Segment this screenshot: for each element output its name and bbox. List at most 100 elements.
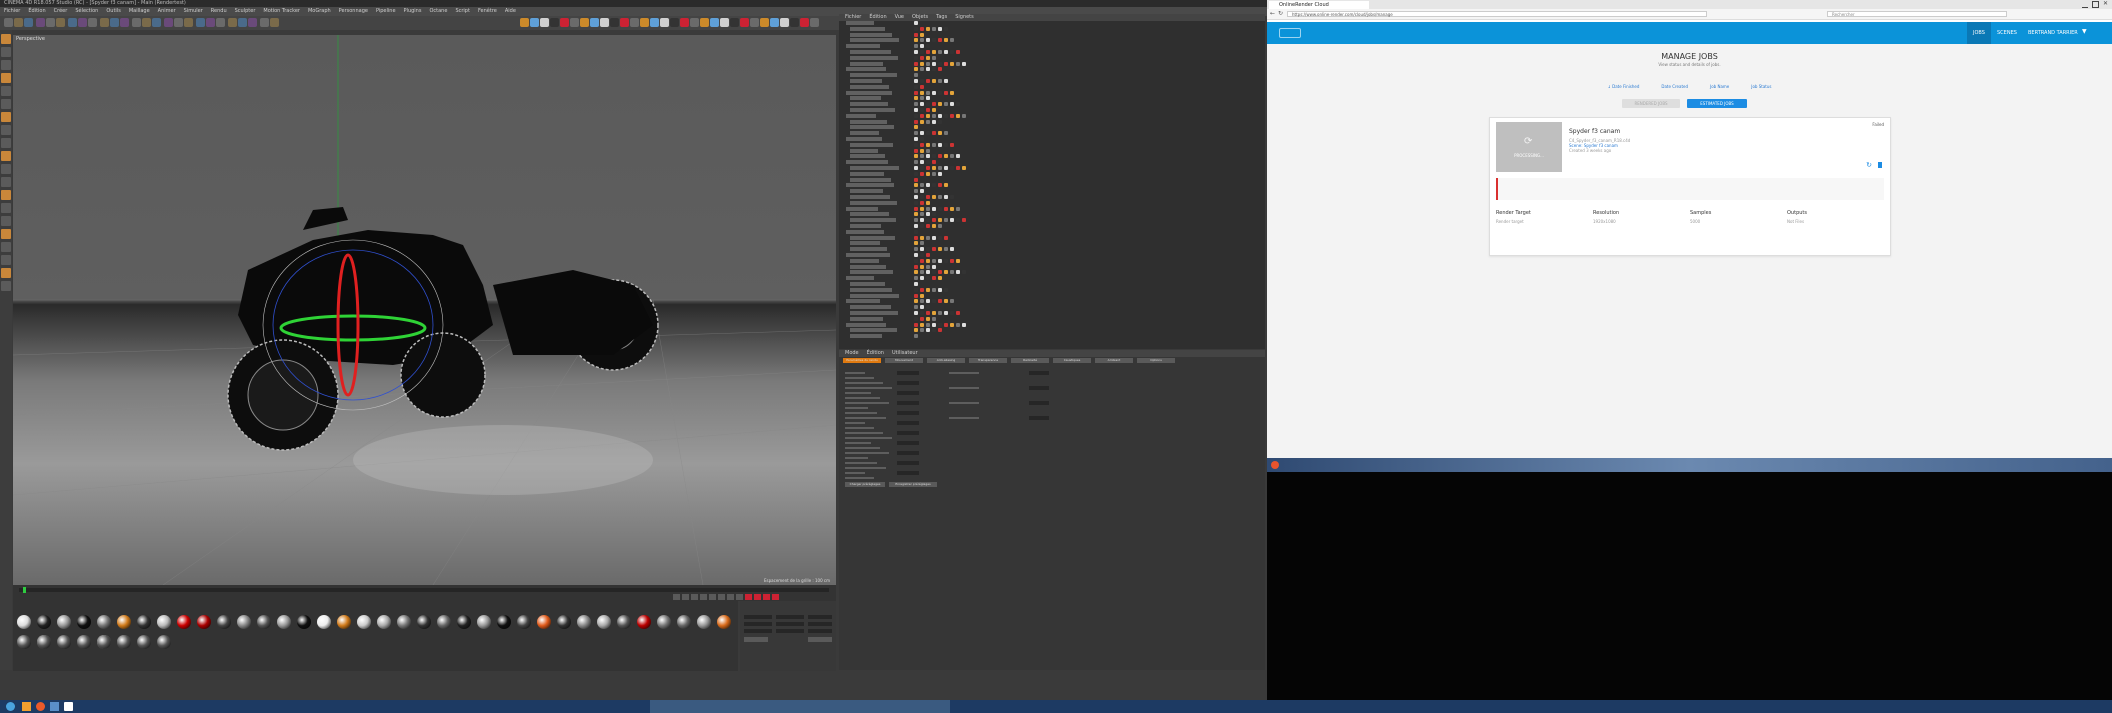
object-row[interactable] (842, 195, 1262, 200)
address-input[interactable]: https://www.online-render.com/cloud/jobs… (1287, 11, 1707, 17)
toolbar-tool-icon[interactable] (132, 18, 141, 27)
object-row[interactable] (842, 235, 1262, 241)
object-row[interactable] (842, 218, 1262, 223)
material-tag-icon[interactable] (950, 299, 954, 304)
material-swatch-icon[interactable] (317, 615, 331, 629)
material-tag-icon[interactable] (920, 160, 924, 165)
material-tag-icon[interactable] (938, 322, 942, 327)
material-swatch-icon[interactable] (597, 615, 611, 629)
material-tag-icon[interactable] (926, 119, 930, 124)
reload-icon[interactable]: ↻ (1278, 10, 1283, 17)
material-tag-icon[interactable] (956, 154, 960, 159)
attribute-menu-2[interactable]: Utilisateur (892, 350, 918, 357)
material-tag-icon[interactable] (950, 102, 954, 107)
left-tool-icon[interactable] (1, 151, 11, 161)
left-tool-icon[interactable] (1, 34, 11, 44)
attribute-menu-0[interactable]: Mode (845, 350, 859, 357)
material-tag-icon[interactable] (914, 137, 918, 141)
attribute-input[interactable] (897, 411, 919, 415)
nav-scenes[interactable]: SCENES (1991, 22, 2023, 44)
material-tag-icon[interactable] (914, 299, 918, 304)
attribute-tab-7[interactable]: Options (1137, 358, 1175, 363)
material-tag-icon[interactable] (932, 264, 936, 269)
object-row[interactable] (842, 113, 1262, 119)
attribute-tab-1[interactable]: Mouvement (885, 358, 923, 363)
material-tag-icon[interactable] (920, 322, 924, 327)
material-tag-icon[interactable] (914, 282, 918, 286)
toolbar-object-icon[interactable] (630, 18, 639, 27)
material-tag-icon[interactable] (926, 50, 930, 54)
material-tag-icon[interactable] (920, 50, 924, 54)
material-tag-icon[interactable] (950, 61, 954, 66)
material-tag-icon[interactable] (944, 26, 948, 31)
material-tag-icon[interactable] (932, 224, 936, 228)
playback-button-icon[interactable] (718, 594, 725, 600)
material-tag-icon[interactable] (926, 148, 930, 153)
material-tag-icon[interactable] (932, 258, 936, 263)
material-tag-icon[interactable] (932, 206, 936, 211)
filter-date-created[interactable]: Date Created (1661, 84, 1688, 89)
material-tag-icon[interactable] (950, 270, 954, 275)
material-tag-icon[interactable] (938, 79, 942, 83)
toolbar-object-icon[interactable] (700, 18, 709, 27)
material-tag-icon[interactable] (914, 311, 918, 315)
toolbar-object-icon[interactable] (640, 18, 649, 27)
material-tag-icon[interactable] (962, 61, 966, 66)
job-thumbnail[interactable]: ⟳ PROCESSING... (1496, 122, 1562, 172)
object-row[interactable] (842, 258, 1262, 264)
object-row[interactable] (842, 119, 1262, 125)
material-tag-icon[interactable] (920, 90, 924, 95)
material-tag-icon[interactable] (920, 44, 924, 49)
material-tag-icon[interactable] (938, 276, 942, 281)
material-tag-icon[interactable] (914, 200, 918, 205)
left-tool-icon[interactable] (1, 216, 11, 226)
material-swatch-icon[interactable] (237, 615, 251, 629)
material-tag-icon[interactable] (926, 287, 930, 292)
object-menu-3[interactable]: Objets (912, 14, 928, 21)
toolbar-tool-icon[interactable] (206, 18, 215, 27)
toolbar-object-icon[interactable] (790, 18, 799, 27)
attribute-tabs[interactable]: Paramètres du rendu Mouvement Anti-aliasin… (839, 358, 1265, 364)
material-tag-icon[interactable] (914, 212, 918, 217)
toolbar-tool-icon[interactable] (46, 18, 55, 27)
filter-job-name[interactable]: Job Name (1710, 84, 1729, 89)
firefox-taskbar-icon[interactable] (1271, 461, 1279, 469)
material-tag-icon[interactable] (926, 270, 930, 275)
c4d-attribute-manager[interactable]: Mode Édition Utilisateur Paramètres du ren… (839, 350, 1265, 670)
material-tag-icon[interactable] (932, 154, 936, 159)
material-tag-icon[interactable] (920, 171, 924, 176)
toolbar-tool-icon[interactable] (78, 18, 87, 27)
material-tag-icon[interactable] (950, 113, 954, 118)
material-tag-icon[interactable] (926, 276, 930, 281)
material-tag-icon[interactable] (932, 195, 936, 199)
material-tag-icon[interactable] (926, 322, 930, 327)
material-tag-icon[interactable] (926, 328, 930, 333)
material-tag-icon[interactable] (944, 90, 948, 95)
toolbar-object-icon[interactable] (670, 18, 679, 27)
material-tag-icon[interactable] (914, 119, 918, 124)
left-tool-icon[interactable] (1, 112, 11, 122)
material-tag-icon[interactable] (920, 270, 924, 275)
material-tag-icon[interactable] (938, 183, 942, 188)
material-tag-icon[interactable] (932, 55, 936, 60)
material-tag-icon[interactable] (938, 50, 942, 54)
object-row[interactable] (842, 26, 1262, 32)
object-row[interactable] (842, 148, 1262, 154)
material-tag-icon[interactable] (938, 224, 942, 228)
material-tag-icon[interactable] (920, 316, 924, 321)
toolbar-tool-icon[interactable] (110, 18, 119, 27)
object-row[interactable] (842, 102, 1262, 107)
toolbar-tool-icon[interactable] (152, 18, 161, 27)
minimize-icon[interactable] (2081, 1, 2088, 8)
left-tool-icon[interactable] (1, 99, 11, 109)
material-tag-icon[interactable] (962, 166, 966, 170)
material-tag-icon[interactable] (938, 61, 942, 66)
object-row[interactable] (842, 282, 1262, 287)
material-tag-icon[interactable] (914, 125, 918, 130)
left-tool-icon[interactable] (1, 242, 11, 252)
material-tag-icon[interactable] (920, 96, 924, 101)
toolbar-object-icon[interactable] (530, 18, 539, 27)
c4d-timeline[interactable] (13, 585, 836, 601)
material-tag-icon[interactable] (932, 218, 936, 223)
material-tag-icon[interactable] (920, 108, 924, 112)
